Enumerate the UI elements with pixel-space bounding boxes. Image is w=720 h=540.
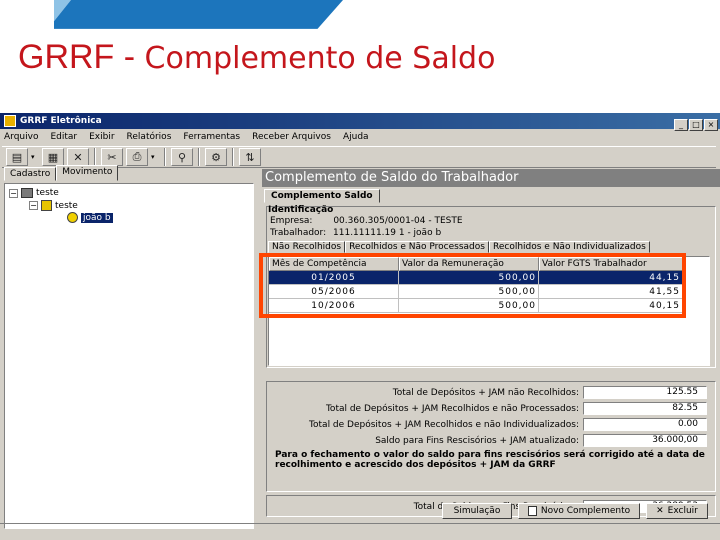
menu-ajuda[interactable]: Ajuda [343, 132, 369, 142]
tree-node-label: teste [55, 200, 78, 211]
settings-icon[interactable]: ⚙ [205, 148, 227, 166]
menu-arquivo[interactable]: Arquivo [4, 132, 38, 142]
menu-receber-arquivos[interactable]: Receber Arquivos [252, 132, 331, 142]
tab-complemento-saldo[interactable]: Complemento Saldo [264, 189, 380, 203]
complemento-form: Complemento de Saldo do Trabalhador Comp… [262, 169, 720, 539]
chevron-down-icon[interactable]: ▾ [151, 153, 159, 161]
totals-panel: Total de Depósitos + JAM não Recolhidos:… [266, 381, 716, 492]
toolbar-separator [164, 148, 166, 166]
close-icon: ✕ [656, 506, 664, 516]
print-icon[interactable]: ⎙ [126, 148, 148, 166]
cut-icon[interactable]: ✂ [101, 148, 123, 166]
document-icon [527, 506, 537, 516]
page-title: GRRF - Complemento de Saldo [18, 38, 495, 77]
app-icon [4, 115, 16, 127]
close-button[interactable]: × [704, 119, 718, 131]
person-icon [67, 212, 78, 223]
form-tabstrip: Complemento Saldo [262, 187, 720, 203]
collapse-icon[interactable]: − [29, 201, 38, 210]
menu-exibir[interactable]: Exibir [89, 132, 114, 142]
total-row: Total de Depósitos + JAM Recolhidos e nã… [309, 418, 707, 431]
toolbar-separator [232, 148, 234, 166]
form-title: Complemento de Saldo do Trabalhador [262, 169, 720, 187]
simulacao-button[interactable]: Simulação [442, 503, 512, 519]
total-value: 82.55 [583, 402, 707, 415]
empresa-label: Empresa: [270, 216, 313, 226]
title-bold: GRRF [18, 38, 115, 76]
status-bar [0, 523, 720, 537]
highlight-box [259, 253, 686, 318]
note-text: Para o fechamento o valor do saldo para … [275, 450, 705, 470]
trabalhador-value: 111.11111.19 1 - joão b [333, 228, 442, 238]
novo-complemento-button[interactable]: Novo Complemento [518, 503, 640, 519]
title-separator: - [114, 38, 145, 76]
excluir-label: Excluir [667, 506, 698, 516]
building-icon [41, 200, 52, 211]
trabalhador-row: Trabalhador: 111.11111.19 1 - joão b [270, 228, 441, 238]
title-rest: Complemento de Saldo [144, 41, 496, 76]
tab-recolhidos-nao-processados[interactable]: Recolhidos e Não Processados [345, 241, 489, 253]
total-row: Total de Depósitos + JAM não Recolhidos:… [393, 386, 707, 399]
window-title: GRRF Eletrônica [20, 116, 102, 126]
trabalhador-label: Trabalhador: [270, 228, 327, 238]
menu-relatorios[interactable]: Relatórios [127, 132, 172, 142]
new-icon[interactable]: ▤ [6, 148, 28, 166]
tree-node-label: teste [36, 188, 59, 198]
total-value: 36.000,00 [583, 434, 707, 447]
excluir-button[interactable]: ✕ Excluir [646, 503, 708, 519]
menubar: Arquivo Editar Exibir Relatórios Ferrame… [0, 129, 720, 145]
tree-node-label: joão b [81, 212, 113, 223]
identification-title: Identificação [268, 205, 334, 215]
button-bar: Simulação Novo Complemento ✕ Excluir [442, 503, 708, 519]
tab-movimento[interactable]: Movimento [56, 165, 119, 181]
help-icon[interactable]: ⇅ [239, 148, 261, 166]
toolbar-separator [94, 148, 96, 166]
delete-icon[interactable]: ✕ [67, 148, 89, 166]
mdi-buttons: _ □ × [674, 119, 718, 131]
tree-node-worker[interactable]: joão b [67, 212, 113, 223]
chevron-down-icon[interactable]: ▾ [31, 153, 39, 161]
total-label: Total de Depósitos + JAM Recolhidos e nã… [325, 403, 579, 414]
empresa-row: Empresa: 00.360.305/0001-04 - TESTE [270, 216, 463, 226]
total-label: Total de Depósitos + JAM não Recolhidos: [392, 387, 579, 398]
minimize-button[interactable]: _ [674, 119, 688, 131]
find-icon[interactable]: ⚲ [171, 148, 193, 166]
collapse-icon[interactable]: − [9, 188, 18, 198]
total-value: 0.00 [583, 418, 707, 431]
menu-editar[interactable]: Editar [50, 132, 77, 142]
simulacao-label: Simulação [453, 506, 501, 516]
tree-view: − teste − teste joão b [4, 183, 254, 529]
open-icon[interactable]: ▦ [42, 148, 64, 166]
maximize-button[interactable]: □ [689, 119, 703, 131]
total-label: Saldo para Fins Rescisórios + JAM atuali… [375, 435, 579, 446]
novo-complemento-label: Novo Complemento [540, 506, 631, 516]
total-row: Total de Depósitos + JAM Recolhidos e nã… [326, 402, 707, 415]
tree-node-company[interactable]: − teste [29, 200, 78, 211]
tree-node-root[interactable]: − teste [9, 188, 59, 198]
menu-ferramentas[interactable]: Ferramentas [183, 132, 240, 142]
tab-cadastro[interactable]: Cadastro [4, 167, 57, 181]
total-row: Saldo para Fins Rescisórios + JAM atuali… [375, 434, 707, 447]
empresa-value: 00.360.305/0001-04 - TESTE [333, 216, 463, 226]
total-value: 125.55 [583, 386, 707, 399]
total-label: Total de Depósitos + JAM Recolhidos e nã… [309, 419, 579, 430]
subtabs: Não Recolhidos Recolhidos e Não Processa… [268, 241, 650, 253]
left-tabs: Cadastro Movimento [4, 165, 119, 181]
window-titlebar[interactable]: GRRF Eletrônica [0, 113, 720, 129]
computer-icon [21, 188, 33, 198]
tab-recolhidos-nao-individualizados[interactable]: Recolhidos e Não Individualizados [488, 241, 650, 253]
app-window: GRRF Eletrônica Arquivo Editar Exibir Re… [0, 113, 720, 540]
header-band [54, 0, 343, 29]
toolbar-separator [198, 148, 200, 166]
tab-nao-recolhidos[interactable]: Não Recolhidos [268, 241, 346, 253]
